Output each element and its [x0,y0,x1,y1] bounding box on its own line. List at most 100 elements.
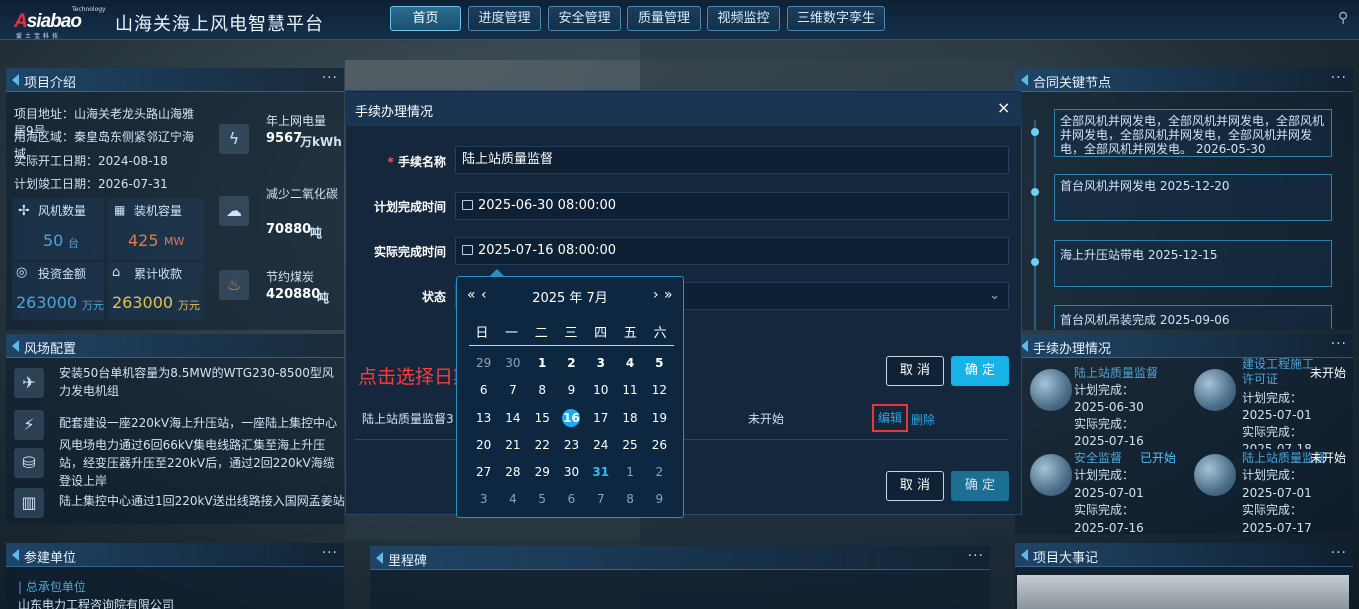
card-plan: 计划完成：2025-06-30 [1074,383,1144,414]
substation-icon: ⚡ [14,410,44,440]
delete-link[interactable]: 删除 [911,411,935,428]
day-cell[interactable]: 26 [645,432,674,459]
stat-label: 投资金额 [38,267,87,281]
config-item: 陆上集控中心通过1回220kV送出线路接入国网孟姜站 [59,494,345,508]
day-cell[interactable]: 8 [615,486,644,513]
panel-title: 风场配置 [24,342,77,357]
card-actual: 实际完成：2025-07-18 [1242,425,1312,449]
day-cell[interactable]: 11 [615,377,644,404]
participant-label-text: 总承包单位 [25,580,86,594]
day-cell[interactable]: 17 [586,405,615,432]
more-icon[interactable]: ··· [1331,545,1347,561]
confirm-button[interactable]: 确 定 [951,356,1009,386]
stat-investment: ◎ 投资金额 263000 万元 [12,262,104,320]
day-cell[interactable]: 9 [645,486,674,513]
day-cell[interactable]: 30 [498,350,527,377]
day-cell[interactable]: 3 [586,350,615,377]
nav-quality[interactable]: 质量管理 [627,6,701,31]
procedure-card[interactable]: 建设工程施工许可证 未开始 计划完成：2025-07-01 实际完成：2025-… [1186,357,1350,449]
confirm-button-2[interactable]: 确 定 [951,471,1009,501]
panel-title: 里程碑 [388,554,428,569]
day-cell[interactable]: 3 [469,486,498,513]
nav-progress[interactable]: 进度管理 [468,6,541,31]
day-cell[interactable]: 4 [498,486,527,513]
day-cell[interactable]: 4 [615,350,644,377]
actual-date-input[interactable]: 2025-07-16 08:00:00 [455,237,1009,265]
event-photo[interactable] [1017,575,1349,609]
day-cell[interactable]: 18 [615,405,644,432]
day-cell[interactable]: 20 [469,432,498,459]
next-month-icon[interactable]: › [653,287,659,303]
more-icon[interactable]: ··· [1331,70,1347,86]
day-cell[interactable]: 31 [586,459,615,486]
globe-icon [1030,369,1072,411]
cancel-button[interactable]: 取 消 [886,356,944,386]
day-cell[interactable]: 24 [586,432,615,459]
name-input[interactable]: 陆上站质量监督 [455,146,1009,174]
nav-digital-twin[interactable]: 三维数字孪生 [787,6,885,31]
day-cell[interactable]: 16 [557,405,586,432]
edit-link[interactable]: 编辑 [872,404,908,432]
globe-icon [1194,369,1236,411]
side-stat-label: 减少二氧化碳 [266,187,339,201]
day-cell[interactable]: 25 [615,432,644,459]
more-icon[interactable]: ··· [322,545,338,561]
plan-date-input[interactable]: 2025-06-30 08:00:00 [455,192,1009,220]
day-cell[interactable]: 28 [498,459,527,486]
cancel-button-2[interactable]: 取 消 [886,471,944,501]
day-cell[interactable]: 21 [498,432,527,459]
more-icon[interactable]: ··· [1331,336,1347,352]
app-title: 山海关海上风电智慧平台 [115,14,324,35]
dialog-title: 手续办理情况 [355,105,434,120]
nav-video[interactable]: 视频监控 [707,6,780,31]
card-status: 未开始 [1309,366,1346,380]
selected-day[interactable]: 16 [562,408,581,427]
nav-safety[interactable]: 安全管理 [548,6,621,31]
weekday-label: 五 [623,326,637,341]
stat-unit: MW [164,235,185,248]
panel-title-bar: 项目介绍 ··· [6,68,344,92]
day-cell[interactable]: 8 [528,377,557,404]
logo-brand: Asiabao [14,11,82,33]
datepicker-popup: « ‹ 2025 年 7月 › » 日一二三四五六 29 30 1 2 3 4 5 6 7 8 9 1… [456,276,684,518]
day-cell[interactable]: 1 [615,459,644,486]
procedure-card[interactable]: 陆上站质量监督 计划完成：2025-06-30 实际完成：2025-07-16 [1022,365,1186,449]
close-icon[interactable]: × [997,98,1010,117]
day-cell[interactable]: 23 [557,432,586,459]
triangle-icon [376,552,383,564]
day-cell[interactable]: 19 [645,405,674,432]
next-year-icon[interactable]: » [664,287,673,303]
card-name: 建设工程施工许可证 [1242,357,1315,386]
more-icon[interactable]: ··· [322,70,338,86]
day-cell[interactable]: 27 [469,459,498,486]
day-cell[interactable]: 30 [557,459,586,486]
day-cell[interactable]: 22 [528,432,557,459]
timeline-node: 全部风机并网发电，全部风机并网发电，全部风机并网发电，全部风机并网发电，全部风机… [1054,109,1332,157]
day-cell[interactable]: 12 [645,377,674,404]
card-plan: 计划完成：2025-07-01 [1242,468,1312,500]
nav-home[interactable]: 首页 [390,6,461,31]
day-cell[interactable]: 29 [528,459,557,486]
day-cell[interactable]: 1 [528,350,557,377]
day-cell[interactable]: 10 [586,377,615,404]
procedure-card[interactable]: 陆上站质量监督 未开始 计划完成：2025-07-01 实际完成：2025-07… [1186,450,1350,534]
day-cell[interactable]: 5 [528,486,557,513]
day-cell[interactable]: 14 [498,405,527,432]
day-cell[interactable]: 13 [469,405,498,432]
day-cell[interactable]: 6 [557,486,586,513]
turbine-icon: ✢ [18,203,30,219]
timeline-dot [1031,128,1039,136]
day-cell[interactable]: 9 [557,377,586,404]
participant-label: | 总承包单位 [18,580,86,594]
user-icon[interactable]: ⚲ [1338,10,1352,30]
more-icon[interactable]: ··· [968,548,984,564]
day-cell[interactable]: 5 [645,350,674,377]
day-cell[interactable]: 6 [469,377,498,404]
day-cell[interactable]: 7 [586,486,615,513]
day-cell[interactable]: 2 [645,459,674,486]
day-cell[interactable]: 29 [469,350,498,377]
day-cell[interactable]: 7 [498,377,527,404]
day-cell[interactable]: 15 [528,405,557,432]
procedure-card[interactable]: 安全监督 已开始 计划完成：2025-07-01 实际完成：2025-07-16 [1022,450,1186,534]
day-cell[interactable]: 2 [557,350,586,377]
